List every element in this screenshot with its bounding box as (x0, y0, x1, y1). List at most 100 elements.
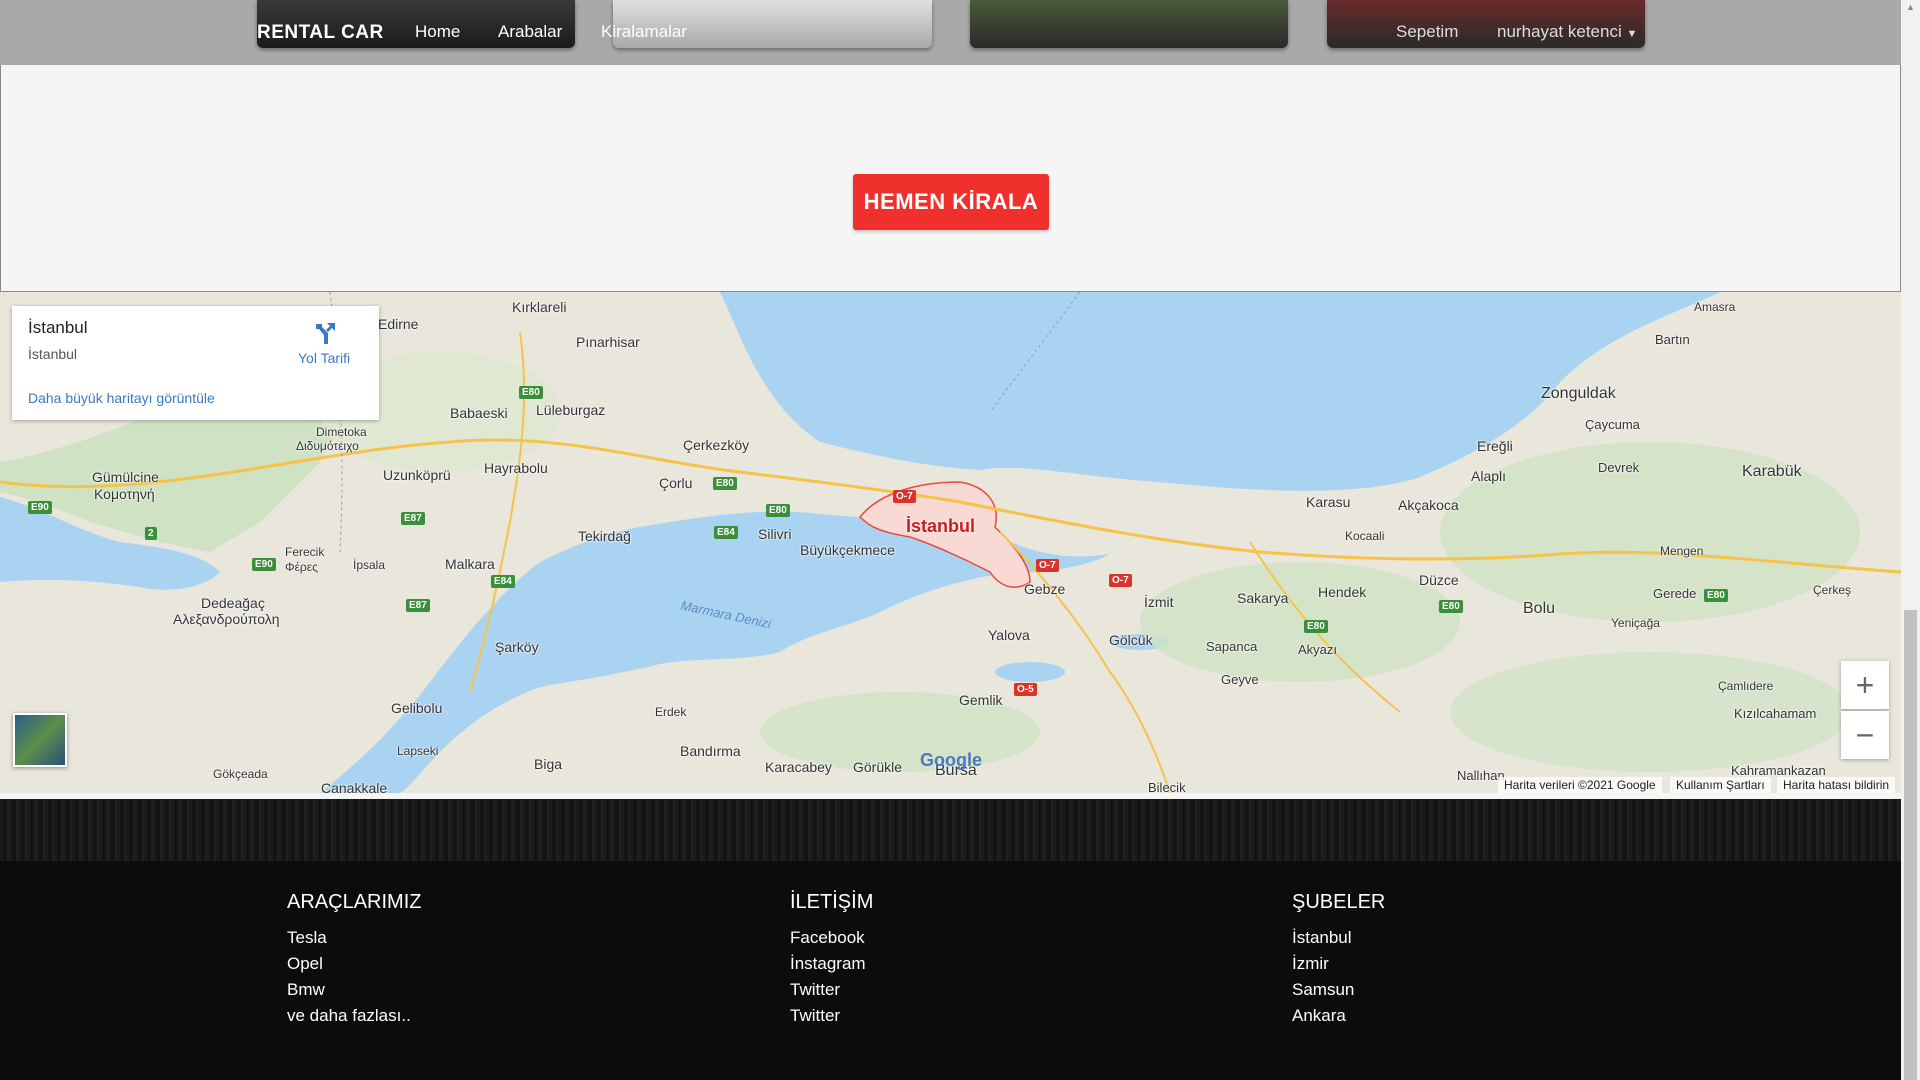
road-shield: E90 (28, 501, 52, 514)
map-label: Kırklareli (512, 299, 567, 315)
directions-icon[interactable] (312, 320, 338, 346)
road-shield: E80 (766, 504, 790, 517)
map-place-card: İstanbul İstanbul Yol Tarifi Daha büyük … (12, 306, 379, 420)
road-shield: E90 (252, 558, 276, 571)
map-label: Gebze (1024, 581, 1066, 597)
map-label: Akyazı (1298, 642, 1338, 657)
map-label: Karabük (1742, 463, 1802, 480)
user-name: nurhayat ketenci (1497, 22, 1622, 41)
map-label: Edirne (378, 316, 419, 332)
map-label: Lüleburgaz (536, 402, 606, 418)
map-label: Görükle (853, 759, 903, 775)
map-label: Düzce (1419, 572, 1459, 588)
map-label: Διδυμότειχο (296, 439, 359, 453)
scroll-up-arrow-icon[interactable]: ▲ (1904, 2, 1917, 14)
map-label: Babaeski (450, 405, 508, 421)
map-label-istanbul: İstanbul (906, 516, 976, 536)
road-shield: O-7 (893, 490, 916, 503)
map-label: Devrek (1598, 460, 1640, 475)
map-label: İpsala (353, 558, 386, 572)
road-shield: E84 (714, 526, 738, 539)
map-label: Bolu (1523, 600, 1556, 617)
map-data-attribution[interactable]: Harita verileri ©2021 Google (1498, 777, 1662, 793)
footer-title-contact: İLETİŞİM (790, 891, 874, 913)
larger-map-link[interactable]: Daha büyük haritayı görüntüle (28, 390, 215, 406)
map-label: Çanakkale (321, 780, 388, 793)
google-logo: Google (920, 750, 982, 770)
nav-home[interactable]: Home (415, 22, 460, 42)
plus-icon: + (1855, 666, 1875, 703)
map-label: Gümülcine (92, 469, 159, 485)
map-label: Yalova (988, 627, 1030, 643)
user-menu[interactable]: nurhayat ketenci ▼ (1497, 22, 1637, 42)
map-label: Gökçeada (213, 767, 268, 781)
map-label: Gerede (1653, 586, 1697, 601)
map-label: Tekirdağ (578, 528, 631, 544)
map-label: Biga (534, 756, 563, 772)
road-shield: E80 (1439, 600, 1463, 613)
caret-down-icon: ▼ (1626, 28, 1638, 40)
footer-link[interactable]: Facebook (790, 928, 865, 948)
map-label: Amasra (1694, 300, 1736, 314)
road-shield: E87 (406, 599, 430, 612)
rent-now-button[interactable]: HEMEN KİRALA (853, 174, 1049, 230)
map-label: Gemlik (959, 692, 1003, 708)
directions-link[interactable]: Yol Tarifi (298, 350, 350, 366)
road-shield: E80 (713, 477, 737, 490)
map-label: Bartın (1655, 332, 1690, 347)
scrollbar-thumb[interactable] (1904, 610, 1917, 1080)
map-label: Ferecik (285, 545, 325, 559)
road-shield: E80 (1704, 589, 1728, 602)
map-label: Karasu (1306, 494, 1351, 510)
road-shield: E80 (519, 386, 543, 399)
footer-title-vehicles: ARAÇLARIMIZ (287, 891, 422, 913)
footer-link[interactable]: Bmw (287, 980, 325, 1000)
minus-icon: − (1855, 716, 1875, 753)
road-shield: 2 (145, 527, 157, 540)
place-title: İstanbul (28, 318, 88, 337)
road-shield: E84 (491, 575, 515, 588)
map-label: Dimetoka (316, 425, 367, 439)
map-label: Dedeağaç (201, 595, 265, 611)
footer-link[interactable]: Samsun (1292, 980, 1354, 1000)
footer-link[interactable]: Twitter (790, 980, 840, 1000)
map-label: Çamlıdere (1718, 679, 1774, 693)
map-label: Yeniçağa (1611, 616, 1660, 630)
report-error-link[interactable]: Harita hatası bildirin (1777, 777, 1896, 793)
footer-title-branches: ŞUBELER (1292, 891, 1386, 913)
map-label: Hayrabolu (484, 460, 548, 476)
map-label: Gelibolu (391, 700, 443, 716)
footer-texture (0, 799, 1901, 861)
satellite-toggle[interactable] (13, 713, 67, 767)
map-label: Erdek (655, 705, 687, 719)
footer-link[interactable]: Twitter (790, 1006, 840, 1026)
map-label: Gölcük (1109, 632, 1153, 648)
footer-link[interactable]: Tesla (287, 928, 327, 948)
terms-link[interactable]: Kullanım Şartları (1670, 777, 1771, 793)
zoom-in-button[interactable]: + (1841, 661, 1889, 709)
nav-cart[interactable]: Sepetim (1396, 22, 1458, 42)
footer-link[interactable]: Opel (287, 954, 323, 974)
map-label: Φέρες (285, 560, 318, 574)
nav-kiralamalar[interactable]: Kiralamalar (601, 22, 687, 42)
map-label: Çerkeş (1813, 583, 1852, 597)
footer-link[interactable]: İstanbul (1292, 928, 1352, 948)
map-label: Kahramankazan (1731, 763, 1826, 778)
road-shield: O-7 (1036, 559, 1059, 572)
nav-arabalar[interactable]: Arabalar (498, 22, 562, 42)
map-label: Büyükçekmece (800, 542, 895, 558)
map-label: Geyve (1221, 672, 1259, 687)
road-shield: O-5 (1014, 683, 1037, 696)
footer-link[interactable]: İzmir (1292, 954, 1329, 974)
footer-link[interactable]: Ankara (1292, 1006, 1346, 1026)
map-label: Uzunköprü (383, 467, 451, 483)
place-subtitle: İstanbul (28, 346, 78, 362)
zoom-out-button[interactable]: − (1841, 711, 1889, 759)
map-label: Çaycuma (1585, 417, 1640, 432)
car-image-card-3 (970, 0, 1288, 48)
footer-link[interactable]: İnstagram (790, 954, 866, 974)
map-label: Sakarya (1237, 590, 1289, 606)
brand-logo[interactable]: RENTAL CAR (257, 22, 384, 44)
footer-link[interactable]: ve daha fazlası.. (287, 1006, 411, 1026)
map-label: Κομοτηνή (94, 486, 155, 502)
